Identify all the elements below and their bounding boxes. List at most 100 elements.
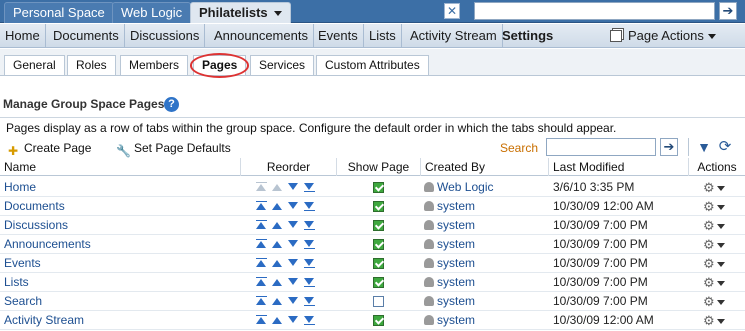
space-tab-personal[interactable]: Personal Space	[4, 2, 114, 23]
refresh-icon[interactable]: ⟳	[717, 139, 733, 155]
nav-item-documents[interactable]: Documents	[48, 24, 125, 48]
nav-item-settings[interactable]: Settings	[497, 24, 558, 48]
actions-menu[interactable]: ⚙	[703, 235, 725, 254]
move-to-bottom-icon[interactable]	[304, 258, 315, 268]
move-up-icon[interactable]	[272, 201, 283, 211]
filter-icon[interactable]: ▼	[697, 139, 711, 155]
page-name-link[interactable]: Documents	[4, 197, 65, 216]
set-page-defaults-button[interactable]: 🔧 Set Page Defaults	[116, 140, 231, 158]
show-page-checkbox[interactable]	[373, 182, 384, 193]
nav-item-lists[interactable]: Lists	[364, 24, 402, 48]
actions-menu[interactable]: ⚙	[703, 273, 725, 292]
nav-item-announcements[interactable]: Announcements	[209, 24, 314, 48]
help-glyph: ?	[168, 98, 175, 110]
global-search-input[interactable]	[474, 2, 715, 20]
tab-pages[interactable]: Pages	[190, 53, 250, 78]
move-down-icon[interactable]	[288, 201, 299, 211]
move-down-icon[interactable]	[288, 258, 299, 268]
col-name[interactable]: Name	[4, 158, 36, 176]
actions-menu[interactable]: ⚙	[703, 292, 725, 311]
move-up-icon[interactable]	[272, 258, 283, 268]
col-last-modified[interactable]: Last Modified	[548, 158, 688, 176]
tab-services[interactable]: Services	[250, 55, 315, 75]
tab-roles[interactable]: Roles	[67, 55, 116, 75]
search-input[interactable]	[546, 138, 656, 156]
last-modified-value: 10/30/09 7:00 PM	[553, 237, 648, 251]
show-page-checkbox[interactable]	[373, 201, 384, 212]
actions-menu[interactable]: ⚙	[703, 178, 725, 197]
page-name-link[interactable]: Announcements	[4, 235, 91, 254]
space-tab-philatelists[interactable]: Philatelists	[190, 2, 291, 23]
created-by-link[interactable]: system	[424, 216, 475, 235]
tab-members[interactable]: Members	[120, 55, 189, 75]
move-to-bottom-icon[interactable]	[304, 315, 315, 325]
move-down-icon[interactable]	[288, 182, 299, 192]
show-page-checkbox[interactable]	[373, 277, 384, 288]
created-by-link[interactable]: system	[424, 254, 475, 273]
show-page-checkbox[interactable]	[373, 220, 384, 231]
table-row: Events system 10/30/09 7:00 PM ⚙	[0, 254, 745, 273]
move-to-bottom-icon[interactable]	[304, 201, 315, 211]
close-icon[interactable]: ✕	[444, 3, 460, 19]
show-page-checkbox[interactable]	[373, 296, 384, 307]
move-down-icon[interactable]	[288, 315, 299, 325]
page-name-link[interactable]: Events	[4, 254, 41, 273]
move-down-icon[interactable]	[288, 277, 299, 287]
created-by-link[interactable]: system	[424, 292, 475, 311]
show-page-checkbox[interactable]	[373, 315, 384, 326]
move-to-bottom-icon[interactable]	[304, 220, 315, 230]
user-icon	[424, 277, 434, 287]
page-actions-menu[interactable]: Page Actions	[610, 24, 716, 48]
space-tab-weblogic[interactable]: Web Logic	[112, 2, 192, 23]
nav-item-home[interactable]: Home	[0, 24, 46, 48]
actions-menu[interactable]: ⚙	[703, 216, 725, 235]
created-by-link[interactable]: system	[424, 235, 475, 254]
move-to-top-icon[interactable]	[256, 296, 267, 306]
move-to-top-icon[interactable]	[256, 201, 267, 211]
created-by-link[interactable]: Web Logic	[424, 178, 493, 197]
search-go-button[interactable]: ➔	[660, 138, 678, 156]
move-down-icon[interactable]	[288, 220, 299, 230]
col-created-by[interactable]: Created By	[420, 158, 548, 176]
actions-menu[interactable]: ⚙	[703, 311, 725, 330]
show-page-checkbox[interactable]	[373, 258, 384, 269]
nav-item-discussions[interactable]: Discussions	[125, 24, 206, 48]
move-to-top-icon[interactable]	[256, 239, 267, 249]
created-by-link[interactable]: system	[424, 273, 475, 292]
move-to-bottom-icon[interactable]	[304, 277, 315, 287]
tab-general[interactable]: General	[4, 55, 65, 75]
page-name-link[interactable]: Lists	[4, 273, 29, 292]
move-to-bottom-icon[interactable]	[304, 182, 315, 192]
tab-custom-attributes[interactable]: Custom Attributes	[316, 55, 429, 75]
page-name-link[interactable]: Home	[4, 178, 36, 197]
created-by-link[interactable]: system	[424, 197, 475, 216]
created-by-link[interactable]: system	[424, 311, 475, 330]
move-up-icon[interactable]	[272, 296, 283, 306]
chevron-down-icon	[716, 319, 725, 325]
col-show-page[interactable]: Show Page	[336, 158, 420, 176]
move-up-icon[interactable]	[272, 220, 283, 230]
move-to-top-icon[interactable]	[256, 220, 267, 230]
actions-menu[interactable]: ⚙	[703, 254, 725, 273]
move-up-icon[interactable]	[272, 315, 283, 325]
show-page-checkbox[interactable]	[373, 239, 384, 250]
nav-item-events[interactable]: Events	[313, 24, 364, 48]
move-to-top-icon[interactable]	[256, 258, 267, 268]
move-to-top-icon[interactable]	[256, 315, 267, 325]
page-name-link[interactable]: Search	[4, 292, 42, 311]
nav-item-activity-stream[interactable]: Activity Stream	[405, 24, 503, 48]
page-name-link[interactable]: Activity Stream	[4, 311, 84, 330]
move-to-bottom-icon[interactable]	[304, 239, 315, 249]
move-to-bottom-icon[interactable]	[304, 296, 315, 306]
move-up-icon[interactable]	[272, 239, 283, 249]
move-down-icon[interactable]	[288, 239, 299, 249]
help-icon[interactable]: ?	[164, 97, 179, 112]
move-down-icon[interactable]	[288, 296, 299, 306]
global-search-go-button[interactable]: ➔	[719, 2, 737, 20]
move-up-icon[interactable]	[272, 277, 283, 287]
chevron-down-icon[interactable]	[273, 11, 282, 17]
move-to-top-icon[interactable]	[256, 277, 267, 287]
page-name-link[interactable]: Discussions	[4, 216, 68, 235]
create-page-button[interactable]: ✚ Create Page	[6, 140, 91, 158]
actions-menu[interactable]: ⚙	[703, 197, 725, 216]
